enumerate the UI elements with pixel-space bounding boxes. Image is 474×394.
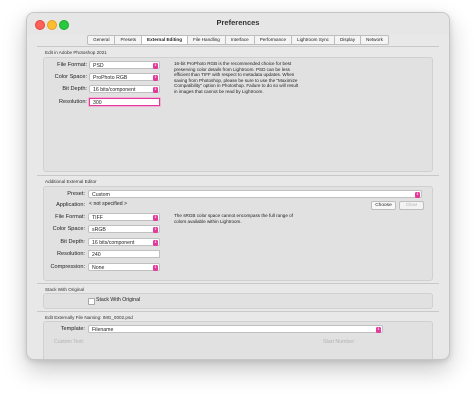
ps-color-space-select[interactable]: ProPhoto RGB ⇕ [89, 73, 160, 81]
ae-compression-value: None [92, 265, 105, 271]
tab-bar: General Presets External Editing File Ha… [27, 35, 449, 45]
naming-section-title: Edit Externally File Naming: IMG_0002.ps… [45, 315, 133, 320]
stack-section-title: Stack With Original [45, 287, 85, 292]
chevron-updown-icon: ⇕ [153, 215, 158, 221]
ae-preset-select[interactable]: Custom ⇕ [88, 190, 422, 198]
ps-recommendation-note: 16-bit ProPhoto RGB is the recommended c… [174, 61, 299, 94]
ps-file-format-select[interactable]: PSD ⇕ [89, 61, 160, 69]
ps-bit-depth-label: Bit Depth: [62, 86, 87, 92]
ps-file-format-label: File Format: [57, 62, 87, 68]
naming-example-filename: IMG_0002.psd [102, 315, 133, 320]
ps-color-space-value: ProPhoto RGB [93, 75, 128, 81]
ps-color-space-label: Color Space: [54, 74, 87, 80]
ae-application-label: Application: [56, 202, 85, 208]
chevron-updown-icon: ⇕ [153, 240, 158, 246]
tab-display[interactable]: Display [334, 35, 362, 45]
tab-external-editing[interactable]: External Editing [142, 35, 189, 45]
ae-bit-depth-select[interactable]: 16 bits/component ⇕ [88, 238, 160, 246]
tab-general[interactable]: General [87, 35, 116, 45]
additional-section-title: Additional External Editor [45, 179, 97, 184]
ae-srgb-note: The sRGB color space cannot encompass th… [174, 213, 293, 224]
ps-file-format-value: PSD [93, 63, 104, 69]
ae-file-format-select[interactable]: TIFF ⇕ [88, 213, 160, 221]
section-divider [37, 283, 439, 284]
ae-color-space-select[interactable]: sRGB ⇕ [88, 225, 160, 233]
content-divider [37, 46, 439, 47]
chevron-updown-icon: ⇕ [153, 87, 158, 93]
ae-application-value: < not specified > [89, 201, 128, 207]
tab-performance[interactable]: Performance [254, 35, 293, 45]
naming-title-text: Edit Externally File Naming: [45, 315, 102, 320]
start-number-label: Start Number: [323, 339, 356, 345]
tab-presets[interactable]: Presets [115, 35, 143, 45]
section-divider [37, 311, 439, 312]
tab-interface[interactable]: Interface [225, 35, 255, 45]
ps-resolution-label: Resolution: [59, 99, 87, 105]
stack-with-original-label: Stack With Original [96, 297, 141, 303]
ae-bit-depth-value: 16 bits/component [92, 240, 135, 246]
ae-compression-select[interactable]: None ⇕ [88, 263, 160, 271]
title-bar: Preferences [27, 13, 449, 35]
photoshop-section-title: Edit in Adobe Photoshop 2021 [45, 50, 107, 55]
tab-lightroom-sync[interactable]: Lightroom Sync [292, 35, 335, 45]
ae-resolution-input[interactable]: 240 [88, 250, 160, 258]
template-value: Filename [92, 327, 114, 333]
section-divider [37, 175, 439, 176]
ps-bit-depth-value: 16 bits/component [93, 87, 136, 93]
stack-with-original-checkbox[interactable] [88, 298, 95, 305]
custom-text-label: Custom Text: [54, 339, 85, 345]
window-title: Preferences [216, 18, 260, 27]
ae-file-format-label: File Format: [55, 214, 85, 220]
tab-network[interactable]: Network [361, 35, 389, 45]
ae-file-format-value: TIFF [92, 215, 103, 221]
ps-resolution-input[interactable]: 300 [89, 98, 160, 106]
ae-compression-label: Compression: [50, 264, 85, 270]
ae-bit-depth-label: Bit Depth: [60, 239, 85, 245]
clear-button[interactable]: Clear [399, 201, 424, 210]
chevron-updown-icon: ⇕ [153, 63, 158, 69]
chevron-updown-icon: ⇕ [153, 227, 158, 233]
chevron-updown-icon: ⇕ [415, 192, 420, 198]
ae-preset-value: Custom [92, 192, 110, 198]
chevron-updown-icon: ⇕ [376, 327, 381, 333]
preferences-window: Preferences General Presets External Edi… [26, 12, 450, 360]
ae-color-space-label: Color Space: [52, 226, 85, 232]
ae-preset-label: Preset: [67, 191, 85, 197]
template-label: Template: [60, 326, 85, 332]
chevron-updown-icon: ⇕ [153, 265, 158, 271]
ae-resolution-label: Resolution: [57, 251, 85, 257]
template-select[interactable]: Filename ⇕ [88, 325, 383, 333]
chevron-updown-icon: ⇕ [153, 75, 158, 81]
ps-bit-depth-select[interactable]: 16 bits/component ⇕ [89, 85, 160, 93]
tab-file-handling[interactable]: File Handling [188, 35, 226, 45]
choose-button[interactable]: Choose [371, 201, 396, 210]
ae-color-space-value: sRGB [92, 227, 106, 233]
